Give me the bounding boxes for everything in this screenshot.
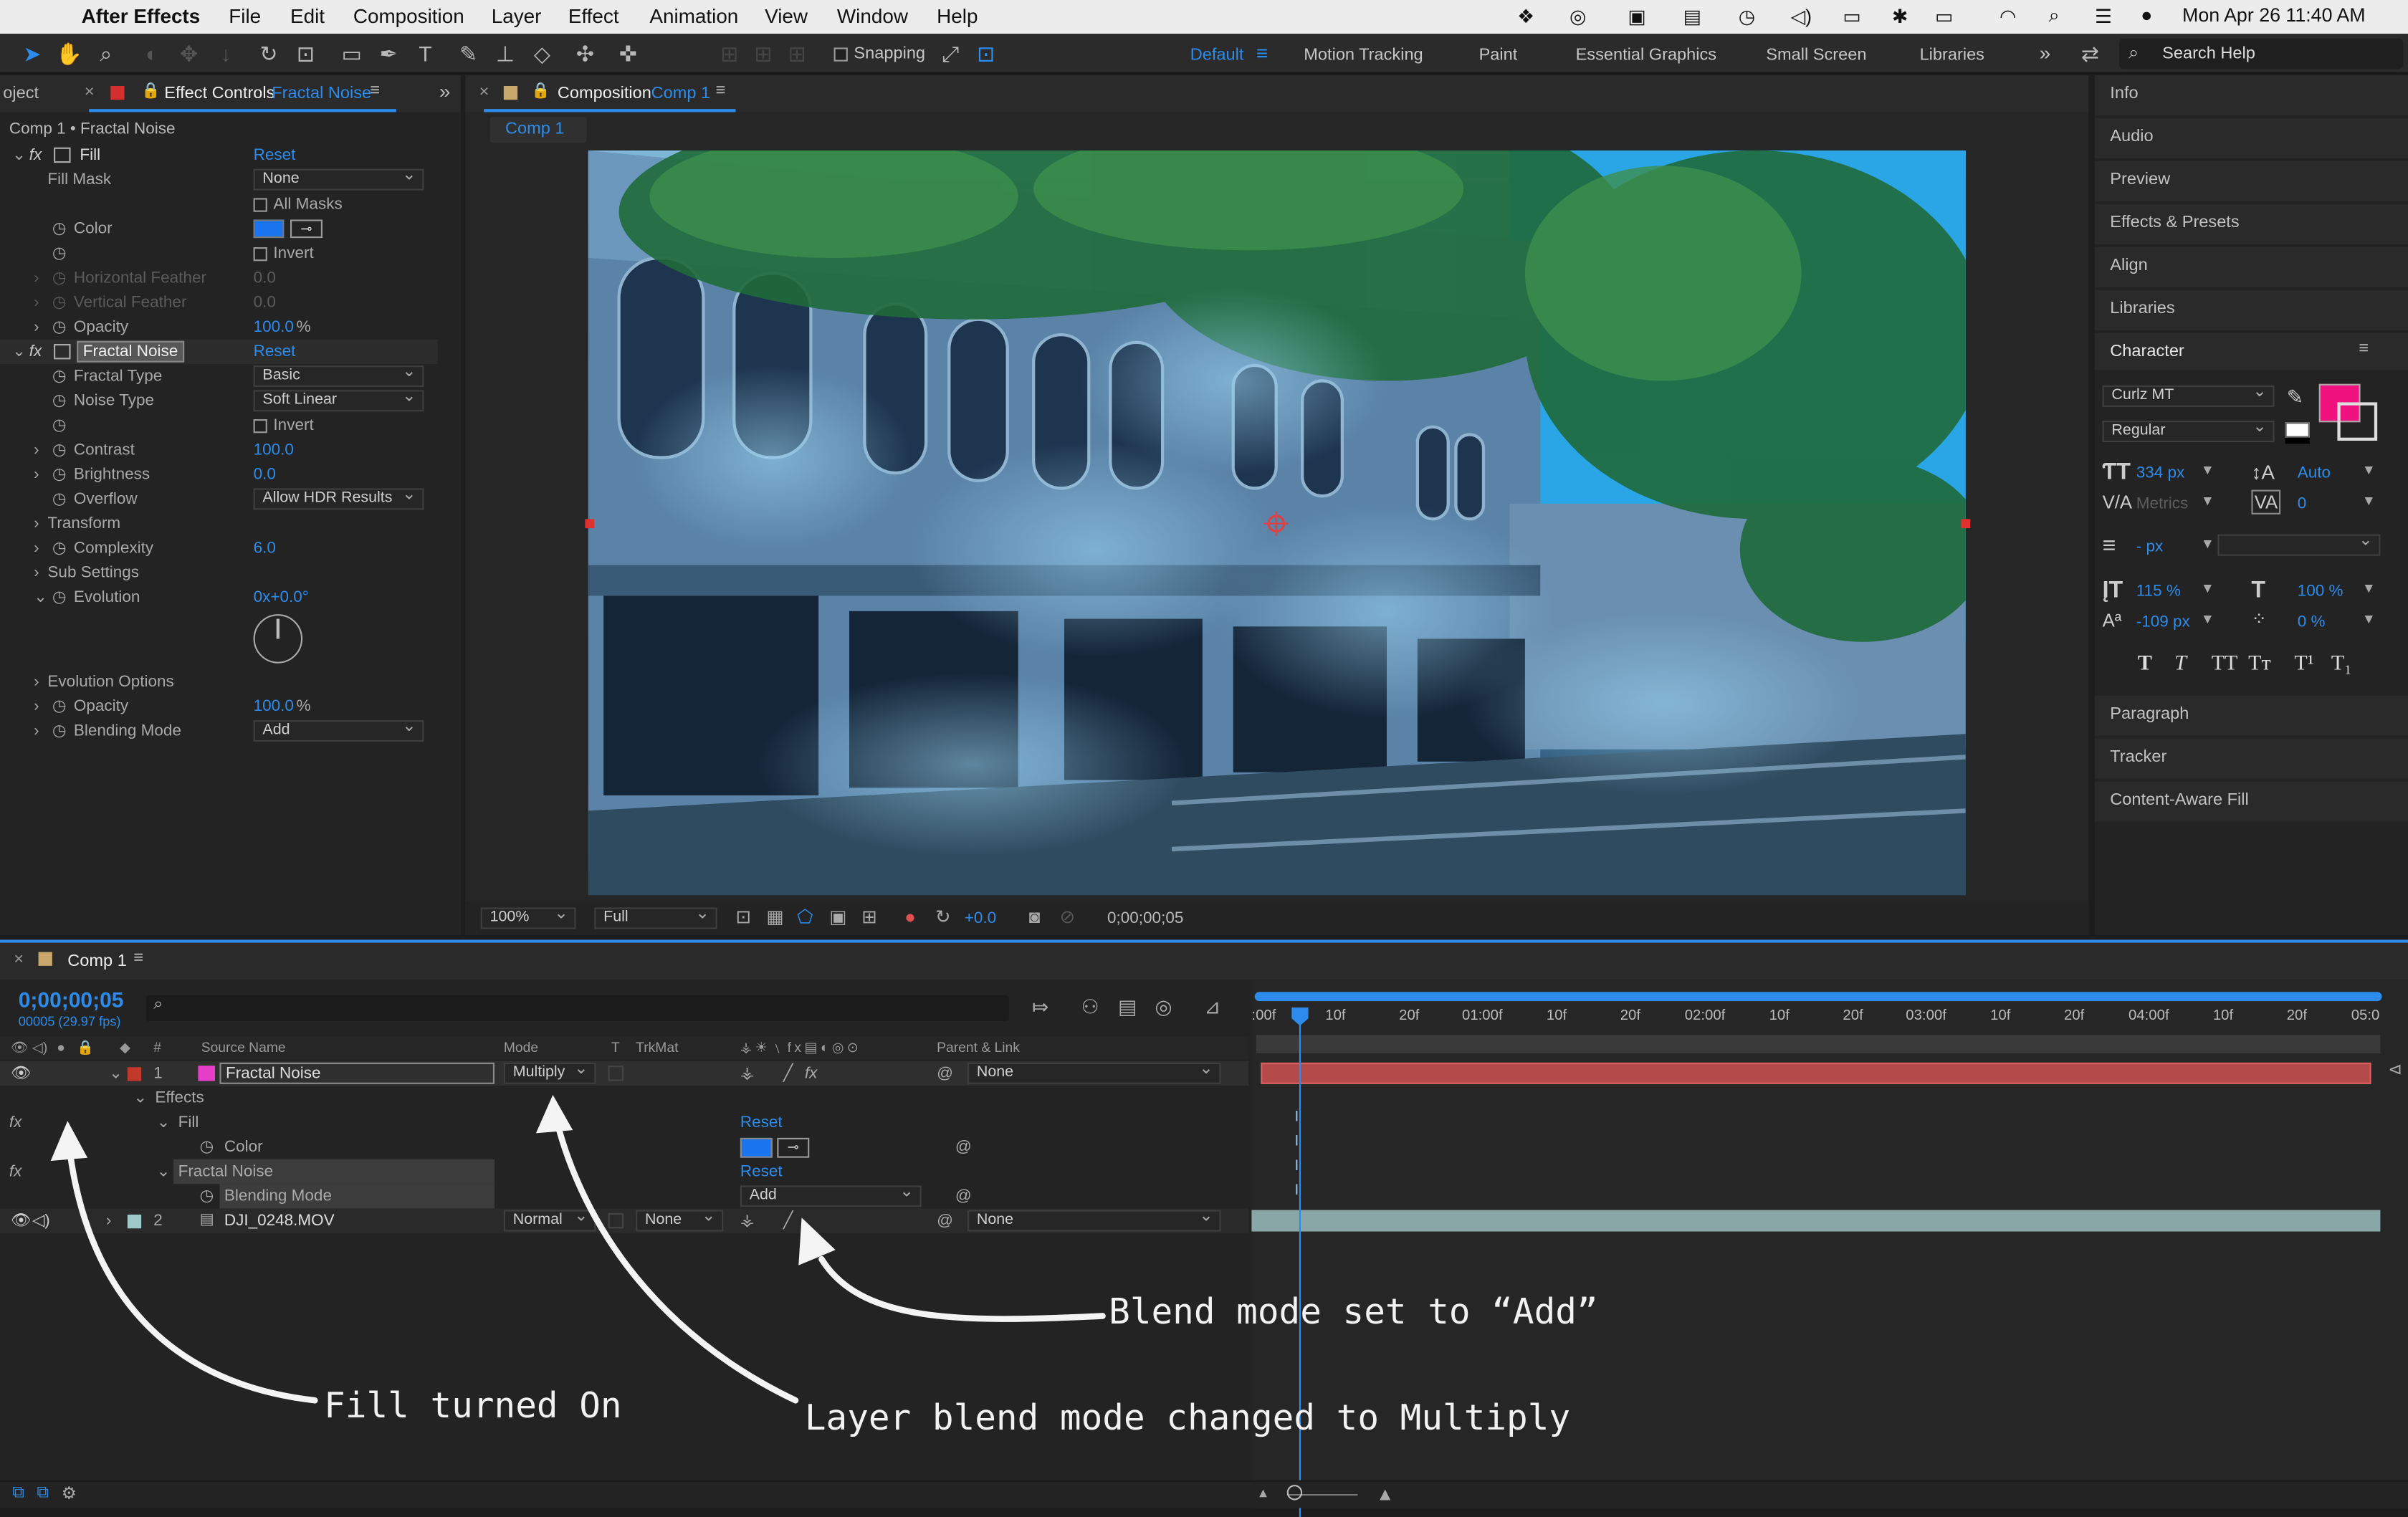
- annotation-arrows: [50, 1094, 1106, 1404]
- annotation-layer-blend: Layer blend mode changed to Multiply: [804, 1399, 1571, 1439]
- annotation-blend-mode: Blend mode set to “Add”: [1109, 1293, 1598, 1333]
- arrowhead: [535, 1094, 573, 1134]
- arrow-layer-blend: [553, 1114, 799, 1404]
- annotation-fill-on: Fill turned On: [324, 1386, 622, 1427]
- arrowhead: [50, 1121, 88, 1161]
- arrow-blend-mode: [818, 1255, 1106, 1322]
- arrow-fill: [66, 1142, 318, 1404]
- arrowhead: [798, 1217, 836, 1265]
